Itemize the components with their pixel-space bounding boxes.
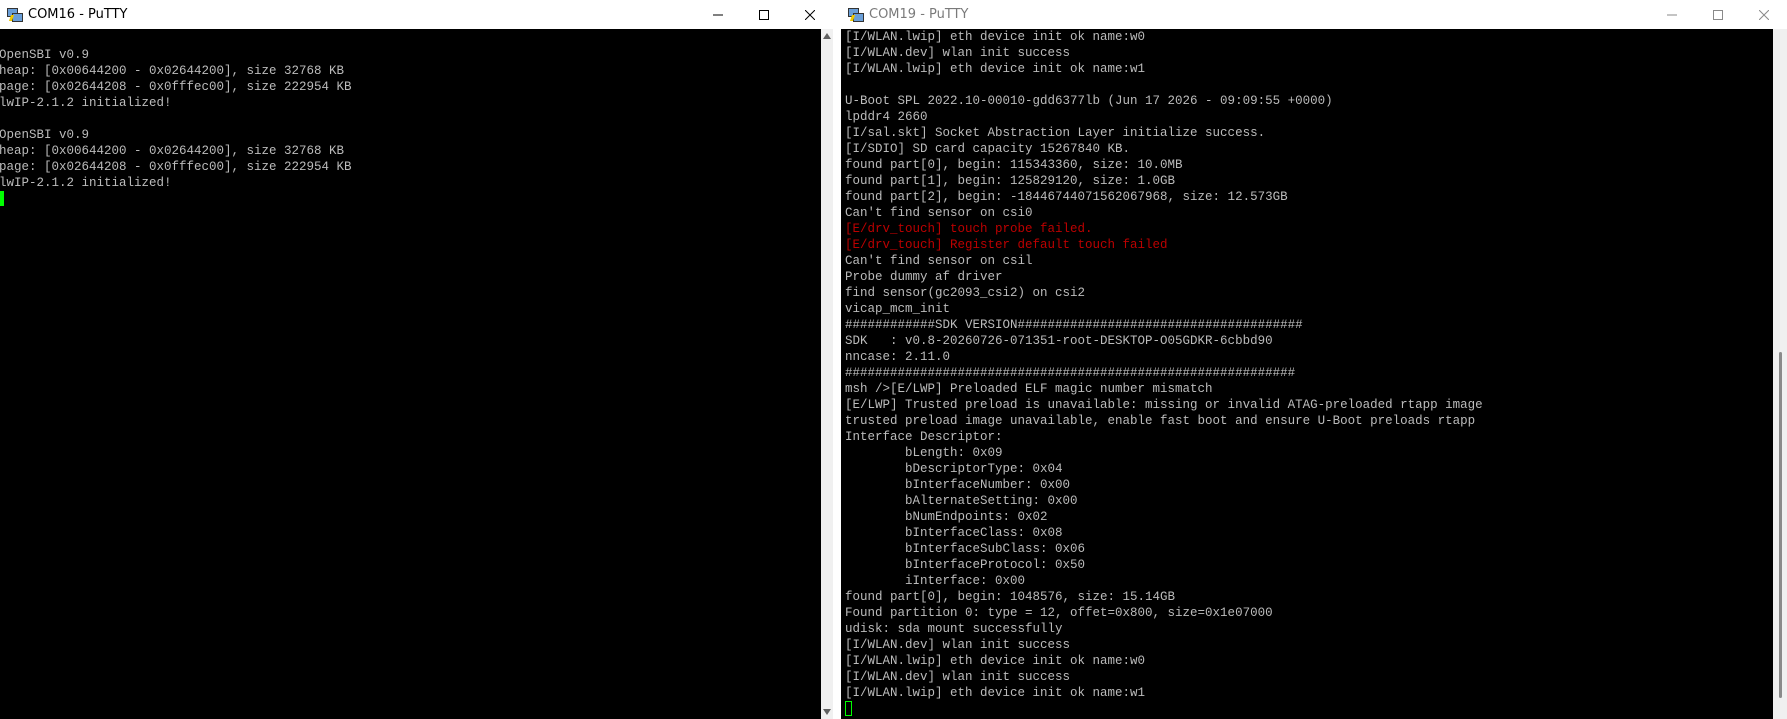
minimize-icon — [713, 14, 723, 15]
terminal-line: bInterfaceNumber: 0x00 — [845, 478, 1071, 492]
terminal-line: [I/WLAN.lwip] eth device init ok name:w0 — [845, 30, 1146, 44]
terminal-line: bDescriptorType: 0x04 — [845, 462, 1063, 476]
terminal-line: [E/drv_touch] Register default touch fai… — [845, 238, 1168, 252]
terminal-line: [I/WLAN.lwip] eth device init ok name:w1 — [845, 686, 1146, 700]
terminal-line: ########################################… — [845, 366, 1296, 380]
close-icon — [1759, 9, 1769, 20]
scrollbar-thumb[interactable] — [1779, 352, 1782, 698]
maximize-button[interactable] — [741, 0, 787, 29]
close-button[interactable] — [1741, 0, 1787, 29]
chevron-up-icon — [823, 33, 831, 39]
text-cursor — [0, 191, 4, 206]
terminal-line: [I/SDIO] SD card capacity 15267840 KB. — [845, 142, 1131, 156]
terminal-line: msh />[E/LWP] Preloaded ELF magic number… — [845, 382, 1213, 396]
minimize-icon — [1667, 14, 1677, 15]
terminal-line: [I/WLAN.dev] wlan init success — [845, 638, 1071, 652]
terminal-area[interactable]: OpenSBI v0.9 heap: [0x00644200 - 0x026442… — [0, 29, 821, 719]
terminal-line: [I/sal.skt] Socket Abstraction Layer ini… — [845, 126, 1266, 140]
close-icon — [805, 9, 815, 20]
terminal-line: iInterface: 0x00 — [845, 574, 1026, 588]
terminal-line: [I/WLAN.lwip] eth device init ok name:w1 — [845, 62, 1146, 76]
terminal-line: page: [0x02644208 - 0x0fffec00], size 22… — [0, 80, 352, 94]
terminal-output: [I/WLAN.lwip] eth device init ok name:w0… — [845, 29, 1483, 717]
terminal-line: [E/drv_touch] touch probe failed. — [845, 222, 1093, 236]
terminal-cursor-line — [845, 701, 1483, 717]
terminal-line: U-Boot SPL 2022.10-00010-gdd6377lb (Jun … — [845, 94, 1333, 108]
terminal-line: ############SDK VERSION#################… — [845, 318, 1303, 332]
terminal-line: bAlternateSetting: 0x00 — [845, 494, 1078, 508]
window-gap — [833, 0, 841, 719]
terminal-line: [I/WLAN.dev] wlan init success — [845, 46, 1071, 60]
terminal-line: heap: [0x00644200 - 0x02644200], size 32… — [0, 144, 345, 158]
close-button[interactable] — [787, 0, 833, 29]
terminal-line: OpenSBI v0.9 — [0, 48, 90, 62]
terminal-line: [E/LWP] Trusted preload is unavailable: … — [845, 398, 1483, 412]
terminal-line: [I/WLAN.lwip] eth device init ok name:w0 — [845, 654, 1146, 668]
terminal-line: lwIP-2.1.2 initialized! — [0, 96, 172, 110]
terminal-line: heap: [0x00644200 - 0x02644200], size 32… — [0, 64, 345, 78]
terminal-line: trusted preload image unavailable, enabl… — [845, 414, 1476, 428]
maximize-button[interactable] — [1695, 0, 1741, 29]
title-bar[interactable]: COM19 - PuTTY — [841, 0, 1787, 29]
vertical-scrollbar[interactable] — [1773, 29, 1787, 719]
terminal-line: Found partition 0: type = 12, offet=0x80… — [845, 606, 1273, 620]
terminal-line: bNumEndpoints: 0x02 — [845, 510, 1048, 524]
terminal-output: OpenSBI v0.9 heap: [0x00644200 - 0x026442… — [0, 47, 352, 207]
terminal-cursor-line — [0, 191, 352, 207]
chevron-down-icon — [823, 709, 831, 715]
terminal-line: OpenSBI v0.9 — [0, 128, 90, 142]
terminal-line: found part[2], begin: -18446744071562067… — [845, 190, 1288, 204]
terminal-line: found part[0], begin: 115343360, size: 1… — [845, 158, 1183, 172]
terminal-line: Interface Descriptor: — [845, 430, 1003, 444]
window-title: COM16 - PuTTY — [28, 7, 128, 22]
putty-window-com19[interactable]: COM19 - PuTTY [I/WLAN.lwip] eth device i… — [841, 0, 1787, 719]
terminal-line: bInterfaceProtocol: 0x50 — [845, 558, 1086, 572]
terminal-line: udisk: sda mount successfully — [845, 622, 1063, 636]
terminal-line: Can't find sensor on csil — [845, 254, 1033, 268]
maximize-icon — [1713, 9, 1723, 20]
terminal-line: lwIP-2.1.2 initialized! — [0, 176, 172, 190]
terminal-line: [I/WLAN.dev] wlan init success — [845, 670, 1071, 684]
terminal-line: SDK : v0.8-20260726-071351-root-DESKTOP-… — [845, 334, 1273, 348]
window-title: COM19 - PuTTY — [869, 7, 969, 22]
minimize-button[interactable] — [1649, 0, 1695, 29]
terminal-area[interactable]: [I/WLAN.lwip] eth device init ok name:w0… — [841, 29, 1773, 719]
putty-icon[interactable] — [847, 7, 864, 23]
putty-icon[interactable] — [6, 7, 23, 23]
terminal-line: bInterfaceSubClass: 0x06 — [845, 542, 1086, 556]
title-bar[interactable]: COM16 - PuTTY — [0, 0, 833, 29]
terminal-line: found part[0], begin: 1048576, size: 15.… — [845, 590, 1176, 604]
text-cursor — [845, 701, 852, 716]
scroll-down-arrow[interactable] — [821, 705, 833, 719]
maximize-icon — [759, 9, 769, 20]
minimize-button[interactable] — [695, 0, 741, 29]
terminal-line: find sensor(gc2093_csi2) on csi2 — [845, 286, 1086, 300]
terminal-line: bLength: 0x09 — [845, 446, 1003, 460]
putty-window-com16[interactable]: COM16 - PuTTY OpenSBI v0.9 heap: [0x00644… — [0, 0, 833, 719]
terminal-line: page: [0x02644208 - 0x0fffec00], size 22… — [0, 160, 352, 174]
scroll-up-arrow[interactable] — [821, 29, 833, 43]
terminal-line: Can't find sensor on csi0 — [845, 206, 1033, 220]
terminal-line: lpddr4 2660 — [845, 110, 928, 124]
terminal-line: Probe dummy af driver — [845, 270, 1003, 284]
terminal-line: vicap_mcm_init — [845, 302, 951, 316]
terminal-line: nncase: 2.11.0 — [845, 350, 951, 364]
vertical-scrollbar[interactable] — [821, 29, 833, 719]
terminal-line: found part[1], begin: 125829120, size: 1… — [845, 174, 1176, 188]
terminal-line: bInterfaceClass: 0x08 — [845, 526, 1063, 540]
